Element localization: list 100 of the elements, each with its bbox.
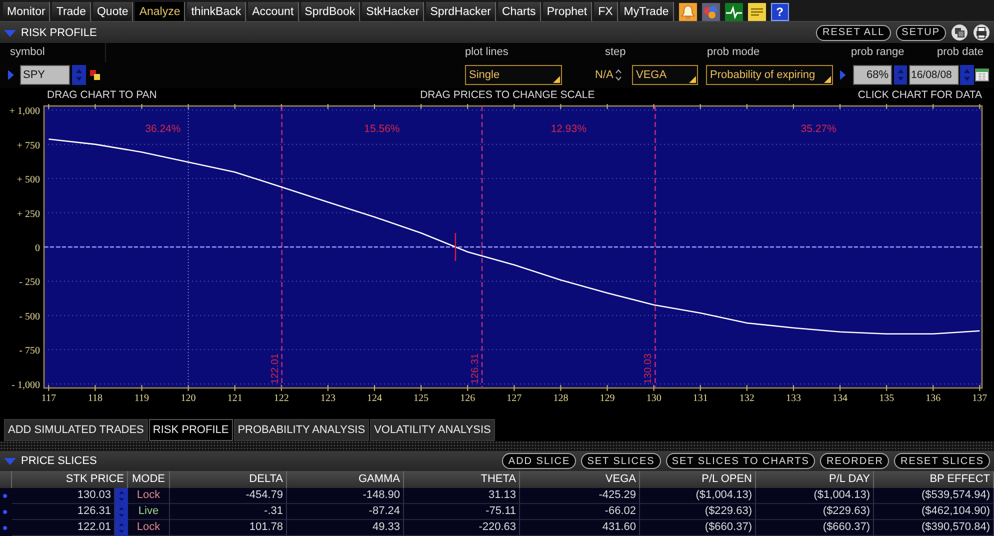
field-label: step: [604, 45, 627, 60]
analysis-tab[interactable]: PROBABILITY ANALYSIS: [234, 419, 370, 441]
header-button[interactable]: SETUP: [896, 24, 946, 40]
nav-tab[interactable]: StkHacker: [362, 2, 424, 21]
spinner-control[interactable]: [115, 520, 128, 536]
slice-button[interactable]: ADD SLICE: [502, 453, 576, 469]
nav-tab[interactable]: Analyze: [135, 2, 186, 21]
prob-range-field[interactable]: 68%: [852, 65, 892, 85]
play-icon: [8, 70, 14, 80]
symbol-field[interactable]: SPY: [20, 65, 70, 85]
table-cell: ($229.63): [640, 504, 756, 520]
column-header[interactable]: DELTA: [170, 471, 287, 488]
price-slice-line[interactable]: [654, 106, 656, 388]
column-header[interactable]: VEGA: [520, 471, 640, 488]
analysis-tab[interactable]: RISK PROFILE: [148, 419, 233, 441]
field-label: prob mode: [706, 45, 761, 60]
column-header[interactable]: THETA: [404, 471, 520, 488]
print-icon[interactable]: [973, 24, 990, 41]
nav-tab[interactable]: thinkBack: [187, 2, 246, 21]
axis-label: 121: [227, 393, 242, 404]
column-header[interactable]: STK PRICE: [12, 471, 128, 488]
price-slice-line[interactable]: [281, 106, 282, 388]
mode-cell[interactable]: Live: [128, 504, 170, 520]
spinner-control[interactable]: [894, 65, 907, 85]
plot-lines-dropdown[interactable]: Single: [465, 65, 562, 85]
note-icon[interactable]: [748, 2, 766, 20]
column-header[interactable]: P/L OPEN: [640, 471, 756, 488]
axis-label: + 250: [16, 208, 40, 220]
axis-label: 123: [320, 393, 336, 404]
axis-label: 125: [414, 393, 429, 404]
table-cell: ($229.63): [756, 504, 874, 520]
link-icon[interactable]: [90, 70, 101, 80]
axis-label: 117: [41, 393, 56, 404]
spinner-control[interactable]: [115, 488, 128, 504]
help-button[interactable]: ?: [770, 2, 789, 20]
axis-label: 136: [926, 393, 941, 404]
table-cell: ($660.37): [756, 520, 874, 536]
nav-tab[interactable]: SprdHacker: [426, 2, 496, 21]
axis-label: + 1,000: [9, 106, 40, 118]
table-cell: ($1,004.13): [640, 488, 756, 504]
prob-mode-dropdown[interactable]: Probability of expiring: [706, 65, 833, 85]
mode-cell[interactable]: Lock: [128, 488, 170, 504]
table-cell: 130.03: [12, 488, 115, 504]
nav-tab[interactable]: Account: [248, 2, 299, 21]
calendar-icon[interactable]: [975, 68, 989, 82]
table-cell: ($660.37): [640, 520, 756, 536]
table-cell: ($390,570.84): [874, 520, 994, 536]
price-slice-line[interactable]: [481, 106, 483, 388]
section-title: PRICE SLICES: [21, 455, 97, 467]
price-label: 122.01: [270, 353, 281, 384]
date-field[interactable]: 16/08/08: [909, 65, 959, 85]
axis-label: 131: [692, 393, 708, 404]
table-cell: 49.33: [287, 520, 404, 536]
splitter-bar[interactable]: [0, 441, 994, 451]
slice-button[interactable]: RESET SLICES: [894, 453, 990, 469]
nav-tab[interactable]: Monitor: [3, 2, 50, 21]
table-cell: 101.78: [170, 520, 287, 536]
slice-button[interactable]: REORDER: [820, 453, 890, 469]
greek-dropdown[interactable]: VEGA: [632, 65, 698, 85]
slice-button[interactable]: SET SLICES: [581, 453, 661, 469]
axis-label: - 1,000: [12, 380, 40, 391]
nav-tab[interactable]: Quote: [92, 2, 134, 21]
table-cell: 122.01: [12, 520, 115, 536]
column-header[interactable]: GAMMA: [287, 471, 404, 488]
analysis-tab[interactable]: VOLATILITY ANALYSIS: [370, 419, 495, 441]
field-label: prob date: [936, 45, 984, 60]
header-button[interactable]: RESET ALL: [816, 24, 891, 40]
table-cell: 431.60: [520, 520, 640, 536]
nav-tab[interactable]: Charts: [498, 2, 541, 21]
table-cell: -87.24: [287, 504, 404, 520]
table-cell: 31.13: [404, 488, 520, 504]
collapse-icon[interactable]: [4, 457, 16, 465]
column-header[interactable]: MODE: [128, 471, 170, 488]
probability-label: 12.93%: [550, 123, 586, 135]
collapse-icon[interactable]: [4, 28, 16, 36]
column-header[interactable]: BP EFFECT: [874, 471, 994, 488]
bell-icon[interactable]: [678, 2, 697, 20]
breakeven-marker: [454, 233, 456, 261]
chart-hint: DRAG CHART TO PAN: [47, 88, 157, 102]
stepper-icon[interactable]: [615, 68, 622, 82]
table-cell: ($462,104.90): [874, 504, 994, 520]
nav-tab[interactable]: MyTrade: [620, 2, 674, 21]
field-label: prob range: [850, 45, 906, 60]
chart-hint: DRAG PRICES TO CHANGE SCALE: [420, 88, 595, 102]
slice-button[interactable]: SET SLICES TO CHARTS: [666, 453, 816, 469]
column-header[interactable]: P/L DAY: [756, 471, 874, 488]
nav-tab[interactable]: Trade: [52, 2, 91, 21]
nav-tab[interactable]: SprdBook: [300, 2, 360, 21]
mode-cell[interactable]: Lock: [128, 520, 170, 536]
axis-label: - 500: [19, 311, 40, 322]
window-icon[interactable]: [951, 24, 968, 41]
nav-tab[interactable]: Prophet: [542, 2, 592, 21]
plot-area[interactable]: [43, 105, 983, 389]
price-label: 130.03: [643, 353, 654, 384]
circles-icon[interactable]: [702, 2, 720, 20]
pulse-icon[interactable]: [724, 2, 743, 20]
axis-label: + 500: [16, 174, 40, 186]
axis-label: 118: [88, 393, 103, 404]
nav-tab[interactable]: FX: [594, 2, 618, 21]
analysis-tab[interactable]: ADD SIMULATED TRADES: [4, 419, 148, 441]
